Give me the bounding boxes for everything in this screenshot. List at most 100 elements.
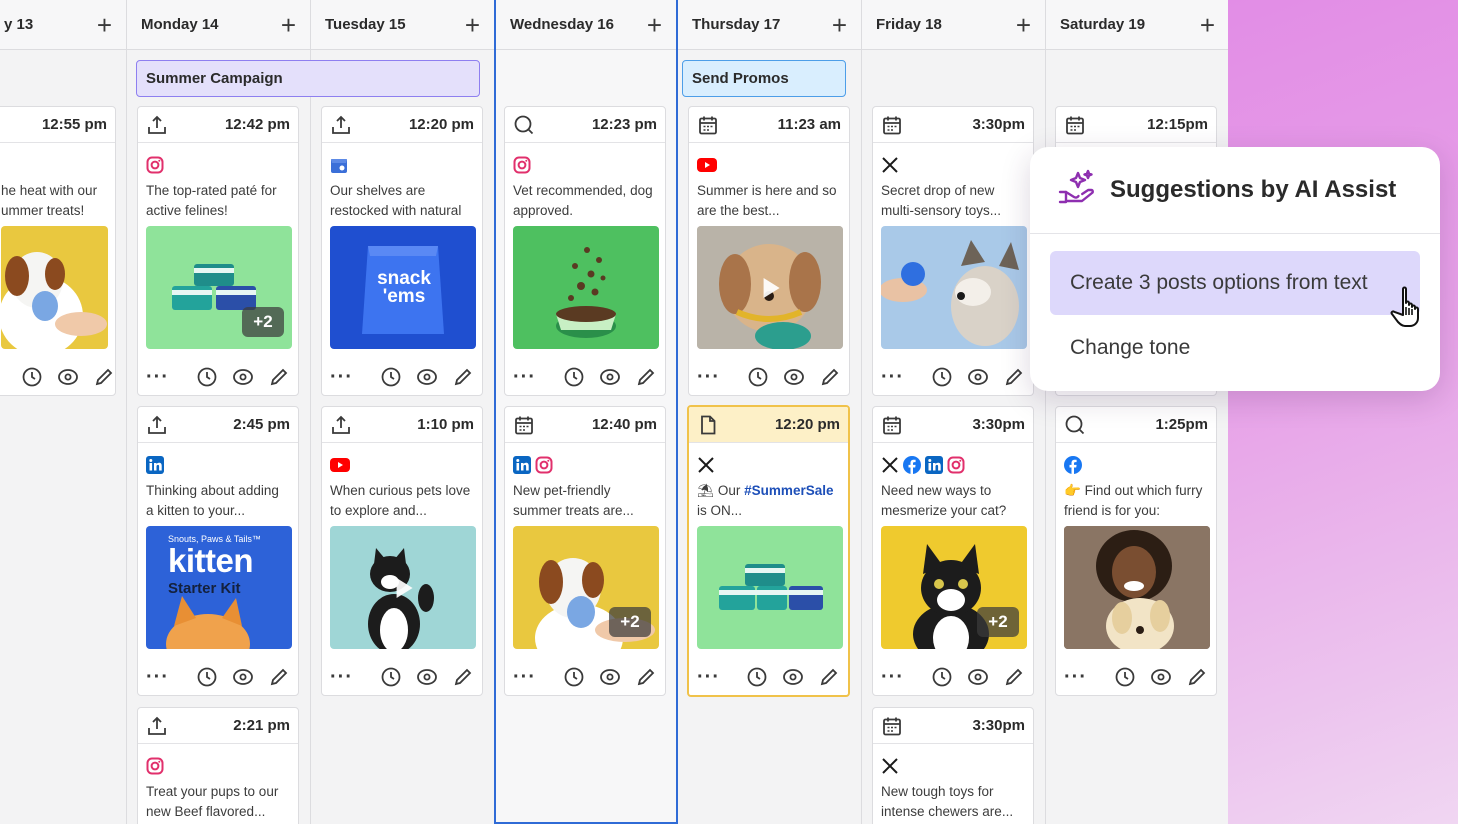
post-card[interactable]: 12:23 pm Vet recommended, dog approved. …: [504, 106, 666, 396]
post-card[interactable]: 2:21 pm Treat your pups to our new Beef …: [137, 707, 299, 824]
preview-eye-icon[interactable]: [782, 666, 804, 688]
play-icon[interactable]: [763, 277, 780, 298]
history-icon[interactable]: [196, 366, 218, 388]
pointing-hand-emoji-icon: 👉: [1064, 483, 1081, 498]
history-icon[interactable]: [563, 366, 585, 388]
post-time: 3:30pm: [972, 416, 1025, 433]
post-card[interactable]: 2:45 pm Thinking about adding a kitten t…: [137, 406, 299, 696]
post-actions: ···: [1056, 659, 1216, 695]
preview-eye-icon[interactable]: [232, 366, 254, 388]
history-icon[interactable]: [21, 366, 43, 388]
edit-pencil-icon[interactable]: [452, 666, 474, 688]
edit-pencil-icon[interactable]: [635, 366, 657, 388]
more-options-button[interactable]: ···: [146, 667, 169, 687]
history-icon[interactable]: [1114, 666, 1136, 688]
post-card-header: 3:30pm: [873, 107, 1033, 143]
campaign-bar-summer[interactable]: Summer Campaign: [136, 60, 480, 97]
preview-eye-icon[interactable]: [232, 666, 254, 688]
post-time: 11:23 am: [777, 116, 841, 133]
beach-emoji-icon: ⛱: [697, 483, 715, 498]
preview-eye-icon[interactable]: [967, 666, 989, 688]
edit-pencil-icon[interactable]: [1003, 366, 1025, 388]
post-card[interactable]: 12:42 pm The top-rated paté for active f…: [137, 106, 299, 396]
post-text: ⛱ Our #SummerSale is ON...: [689, 475, 848, 523]
post-card[interactable]: 3:30pm Need new ways to mesmerize your c…: [872, 406, 1034, 696]
edit-pencil-icon[interactable]: [268, 366, 290, 388]
youtube-icon: [697, 157, 717, 177]
draft-document-icon: [697, 414, 719, 436]
post-card-header: 12:55 pm: [0, 107, 115, 143]
more-options-button[interactable]: ···: [513, 367, 536, 387]
calendar-icon: [513, 414, 535, 436]
post-text: Treat your pups to our new Beef flavored…: [146, 784, 279, 819]
play-icon[interactable]: [396, 577, 413, 598]
preview-eye-icon[interactable]: [967, 366, 989, 388]
add-post-button[interactable]: +: [832, 12, 847, 38]
more-options-button[interactable]: ···: [881, 367, 904, 387]
post-time: 2:45 pm: [233, 416, 290, 433]
add-post-button[interactable]: +: [97, 12, 112, 38]
edit-pencil-icon[interactable]: [452, 366, 474, 388]
post-card[interactable]: 3:30pm New tough toys for intense chewer…: [872, 707, 1034, 824]
history-icon[interactable]: [747, 366, 769, 388]
post-actions: ···: [873, 359, 1033, 395]
add-post-button[interactable]: +: [1016, 12, 1031, 38]
post-card[interactable]: 11:23 am Summer is here and so are the b…: [688, 106, 850, 396]
preview-eye-icon[interactable]: [416, 366, 438, 388]
edit-pencil-icon[interactable]: [1186, 666, 1208, 688]
option-create-posts-from-text[interactable]: Create 3 posts options from text: [1050, 251, 1420, 315]
more-options-button[interactable]: ···: [146, 367, 169, 387]
history-icon[interactable]: [563, 666, 585, 688]
post-image-snack-bag: snack 'ems: [330, 226, 476, 349]
option-change-tone[interactable]: Change tone: [1050, 316, 1420, 380]
preview-eye-icon[interactable]: [1150, 666, 1172, 688]
more-options-button[interactable]: ···: [697, 667, 720, 687]
post-time: 12:55 pm: [41, 116, 107, 133]
edit-pencil-icon[interactable]: [93, 366, 115, 388]
preview-eye-icon[interactable]: [57, 366, 79, 388]
option-label: Change tone: [1070, 336, 1191, 359]
preview-eye-icon[interactable]: [783, 366, 805, 388]
edit-pencil-icon[interactable]: [268, 666, 290, 688]
calendar-week-view: y 13 + Monday 14 + Tuesday 15 + Wednesda…: [0, 0, 1228, 824]
more-options-button[interactable]: ···: [881, 667, 904, 687]
hashtag-link[interactable]: #SummerSale: [744, 483, 833, 498]
add-post-button[interactable]: +: [465, 12, 480, 38]
preview-eye-icon[interactable]: [599, 666, 621, 688]
post-card[interactable]: 12:20 pm Our shelves are restocked with …: [321, 106, 483, 396]
more-options-button[interactable]: ···: [513, 667, 536, 687]
post-time: 3:30pm: [972, 116, 1025, 133]
preview-eye-icon[interactable]: [416, 666, 438, 688]
history-icon[interactable]: [380, 666, 402, 688]
add-post-button[interactable]: +: [647, 12, 662, 38]
post-image-cans: [697, 526, 843, 649]
more-options-button[interactable]: ···: [330, 367, 353, 387]
edit-pencil-icon[interactable]: [819, 366, 841, 388]
add-post-button[interactable]: +: [281, 12, 296, 38]
more-options-button[interactable]: ···: [697, 367, 720, 387]
more-options-button[interactable]: ···: [1064, 667, 1087, 687]
preview-eye-icon[interactable]: [599, 366, 621, 388]
edit-pencil-icon[interactable]: [1003, 666, 1025, 688]
history-icon[interactable]: [380, 366, 402, 388]
post-time: 1:10 pm: [417, 416, 474, 433]
history-icon[interactable]: [931, 366, 953, 388]
more-options-button[interactable]: ···: [330, 667, 353, 687]
post-card[interactable]: 1:10 pm When curious pets love to explor…: [321, 406, 483, 696]
add-post-button[interactable]: +: [1200, 12, 1215, 38]
edit-pencil-icon[interactable]: [818, 666, 840, 688]
day-label: Wednesday 16: [510, 16, 614, 33]
instagram-icon: [535, 456, 553, 479]
history-icon[interactable]: [196, 666, 218, 688]
post-card[interactable]: 12:55 pm he heat with our ummer treats!: [0, 106, 116, 396]
post-actions: ···: [505, 359, 665, 395]
post-card[interactable]: 3:30pm Secret drop of new multi-sensory …: [872, 106, 1034, 396]
post-card[interactable]: 12:40 pm New pet-friendly summer treats …: [504, 406, 666, 696]
history-icon[interactable]: [931, 666, 953, 688]
post-image-kibble-bowl: [513, 226, 659, 349]
post-card-draft[interactable]: 12:20 pm ⛱ Our #SummerSale is ON... ···: [687, 405, 850, 697]
campaign-bar-promos[interactable]: Send Promos: [682, 60, 846, 97]
post-card[interactable]: 1:25pm 👉 Find out which furry friend is …: [1055, 406, 1217, 696]
history-icon[interactable]: [746, 666, 768, 688]
edit-pencil-icon[interactable]: [635, 666, 657, 688]
